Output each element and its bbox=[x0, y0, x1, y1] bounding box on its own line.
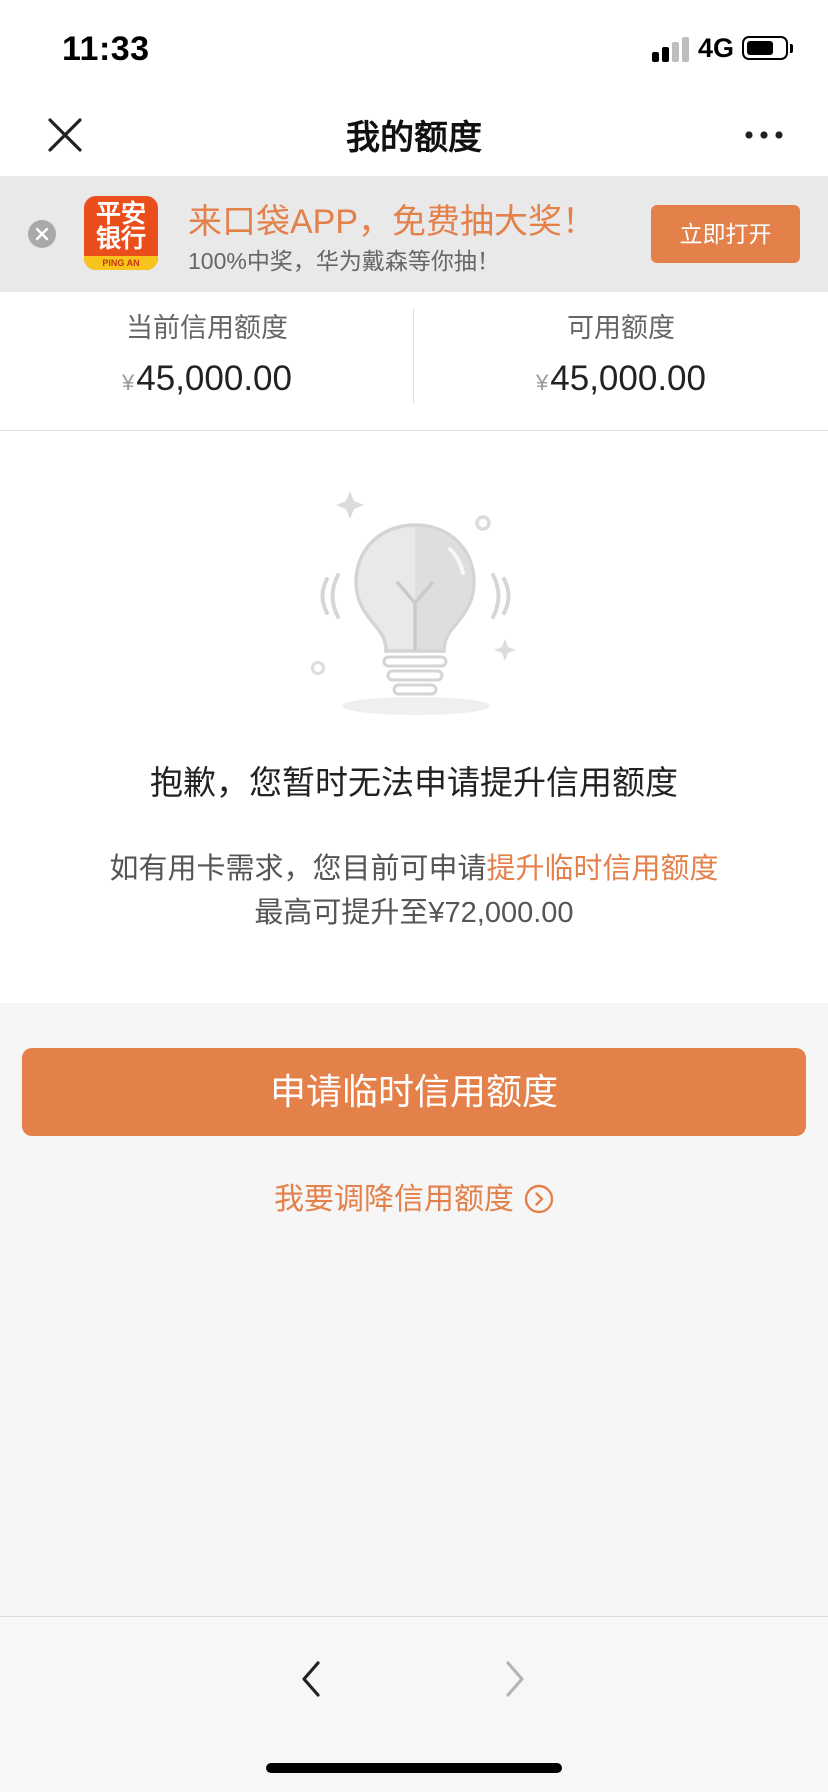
promo-banner[interactable]: 平安银行 PING AN 来口袋APP，免费抽大奖！ 100%中奖，华为戴森等你… bbox=[0, 176, 828, 292]
promo-title: 来口袋APP，免费抽大奖！ bbox=[188, 203, 597, 241]
message-line2: 最高可提升至¥72,000.00 bbox=[254, 897, 574, 929]
network-type: 4G bbox=[698, 33, 735, 63]
status-bar: 11:33 4G bbox=[0, 0, 828, 96]
chevron-right-circle-icon bbox=[524, 1184, 554, 1214]
reduce-limit-link[interactable]: 我要调降信用额度 bbox=[0, 1174, 828, 1218]
current-limit-value: ¥45,000.00 bbox=[0, 359, 414, 399]
message-title: 抱歉，您暂时无法申请提升信用额度 bbox=[150, 764, 678, 801]
battery-tip bbox=[790, 44, 793, 53]
apply-temporary-limit-button[interactable]: 申请临时信用额度 bbox=[22, 1048, 806, 1136]
status-time: 11:33 bbox=[62, 30, 150, 68]
currency-symbol: ¥ bbox=[122, 370, 135, 395]
message-card: 抱歉，您暂时无法申请提升信用额度 如有用卡需求，您目前可申请提升临时信用额度 最… bbox=[0, 431, 828, 1003]
chevron-left-icon[interactable] bbox=[296, 1659, 326, 1699]
reduce-limit-label: 我要调降信用额度 bbox=[274, 1183, 514, 1216]
nav-bar: 我的额度 bbox=[0, 96, 828, 176]
pingan-logo: 平安银行 PING AN bbox=[84, 196, 158, 270]
home-indicator[interactable] bbox=[266, 1763, 562, 1773]
bottom-toolbar bbox=[0, 1616, 828, 1792]
currency-symbol: ¥ bbox=[536, 370, 549, 395]
promo-subtitle: 100%中奖，华为戴森等你抽！ bbox=[188, 248, 500, 274]
signal-icon bbox=[652, 36, 692, 62]
more-dots-icon[interactable] bbox=[744, 120, 784, 150]
message-line1: 如有用卡需求，您目前可申请提升临时信用额度 bbox=[0, 845, 828, 887]
credit-limits: 当前信用额度 ¥45,000.00 可用额度 ¥45,000.00 bbox=[0, 292, 828, 431]
temporary-limit-link[interactable]: 提升临时信用额度 bbox=[487, 853, 719, 885]
lightbulb-icon bbox=[311, 491, 516, 715]
current-limit-amount: 45,000.00 bbox=[136, 359, 292, 398]
available-limit-label: 可用额度 bbox=[567, 313, 675, 343]
available-limit: 可用额度 ¥45,000.00 bbox=[414, 292, 828, 399]
message-line1-prefix: 如有用卡需求，您目前可申请 bbox=[109, 853, 487, 885]
battery-icon bbox=[742, 36, 788, 60]
open-app-button[interactable]: 立即打开 bbox=[651, 205, 800, 263]
chevron-right-icon[interactable] bbox=[500, 1659, 530, 1699]
close-circle-icon[interactable] bbox=[28, 220, 56, 248]
logo-text: 平安银行 bbox=[95, 200, 146, 253]
available-limit-amount: 45,000.00 bbox=[550, 359, 706, 398]
current-limit: 当前信用额度 ¥45,000.00 bbox=[0, 292, 414, 399]
available-limit-value: ¥45,000.00 bbox=[414, 359, 828, 399]
page-title: 我的额度 bbox=[346, 119, 482, 157]
logo-sub: PING AN bbox=[84, 256, 158, 270]
current-limit-label: 当前信用额度 bbox=[126, 313, 288, 343]
app-screen: 11:33 4G 我的额度 平安银行 PING AN 来口袋APP，免费抽大奖！… bbox=[0, 0, 828, 1792]
